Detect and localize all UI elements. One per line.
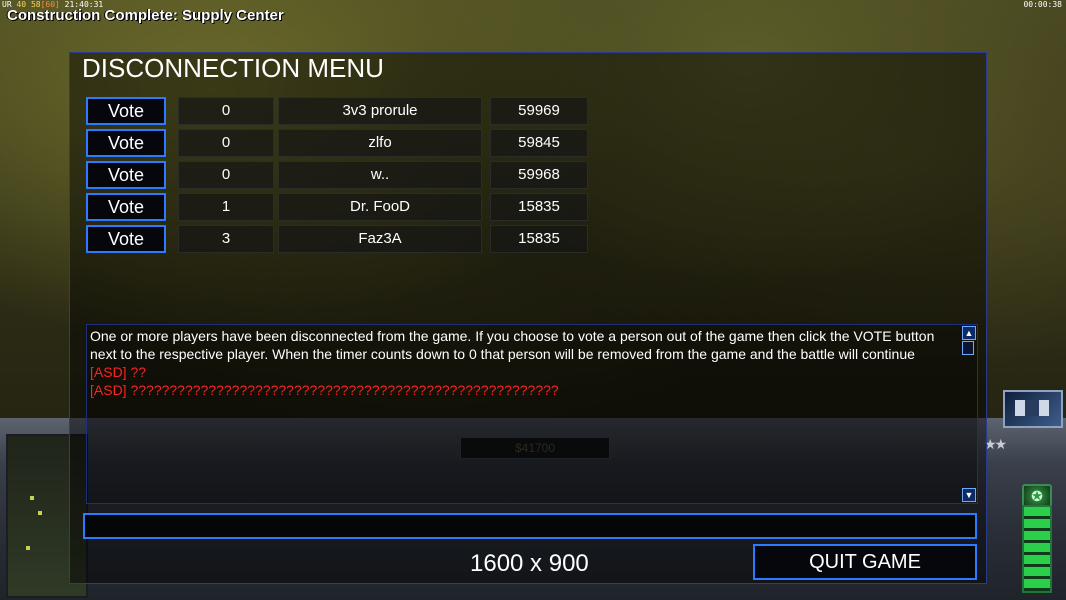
player-ping: 15835	[490, 193, 588, 221]
satellite-portrait-icon[interactable]	[1003, 390, 1063, 428]
player-name: 3v3 prorule	[278, 97, 482, 125]
power-meter	[1022, 505, 1052, 593]
resolution-label: 1600 x 900	[470, 550, 589, 577]
chat-scrollbar[interactable]: ▲ ▼	[962, 326, 976, 502]
disconnection-menu: DISCONNECTION MENU Vote 0 3v3 prorule 59…	[69, 52, 987, 584]
vote-button[interactable]: Vote	[86, 193, 166, 221]
quit-game-button[interactable]: QUIT GAME	[753, 544, 977, 580]
player-ping: 15835	[490, 225, 588, 253]
player-name: zlfo	[278, 129, 482, 157]
chat-text: One or more players have been disconnect…	[90, 327, 960, 399]
star-icon: ★★	[984, 436, 1007, 452]
scroll-thumb[interactable]	[962, 341, 974, 355]
vote-count: 0	[178, 129, 274, 157]
vote-button[interactable]: Vote	[86, 225, 166, 253]
vote-count: 3	[178, 225, 274, 253]
radar-blip	[30, 496, 34, 500]
player-ping: 59968	[490, 161, 588, 189]
satellite-icon	[1015, 400, 1049, 416]
player-ping: 59845	[490, 129, 588, 157]
radar-blip	[26, 546, 30, 550]
system-message: One or more players have been disconnect…	[90, 328, 935, 362]
vote-count: 1	[178, 193, 274, 221]
player-name: w..	[278, 161, 482, 189]
game-timer: 00:00:38	[1023, 0, 1062, 9]
vote-button[interactable]: Vote	[86, 97, 166, 125]
chat-line: [ASD] ??	[90, 364, 147, 380]
player-name: Dr. FooD	[278, 193, 482, 221]
construction-message: Construction Complete: Supply Center	[7, 7, 284, 24]
chat-input[interactable]	[83, 513, 977, 539]
vote-button[interactable]: Vote	[86, 129, 166, 157]
player-ping: 59969	[490, 97, 588, 125]
menu-title: DISCONNECTION MENU	[82, 53, 384, 83]
vote-count: 0	[178, 161, 274, 189]
chat-line: [ASD] ??????????????????????????????????…	[90, 382, 559, 398]
vote-button[interactable]: Vote	[86, 161, 166, 189]
scroll-up-icon[interactable]: ▲	[962, 326, 976, 340]
player-name: Faz3A	[278, 225, 482, 253]
scroll-down-icon[interactable]: ▼	[962, 488, 976, 502]
chat-log[interactable]: One or more players have been disconnect…	[86, 324, 978, 504]
vote-count: 0	[178, 97, 274, 125]
radar-blip	[38, 511, 42, 515]
